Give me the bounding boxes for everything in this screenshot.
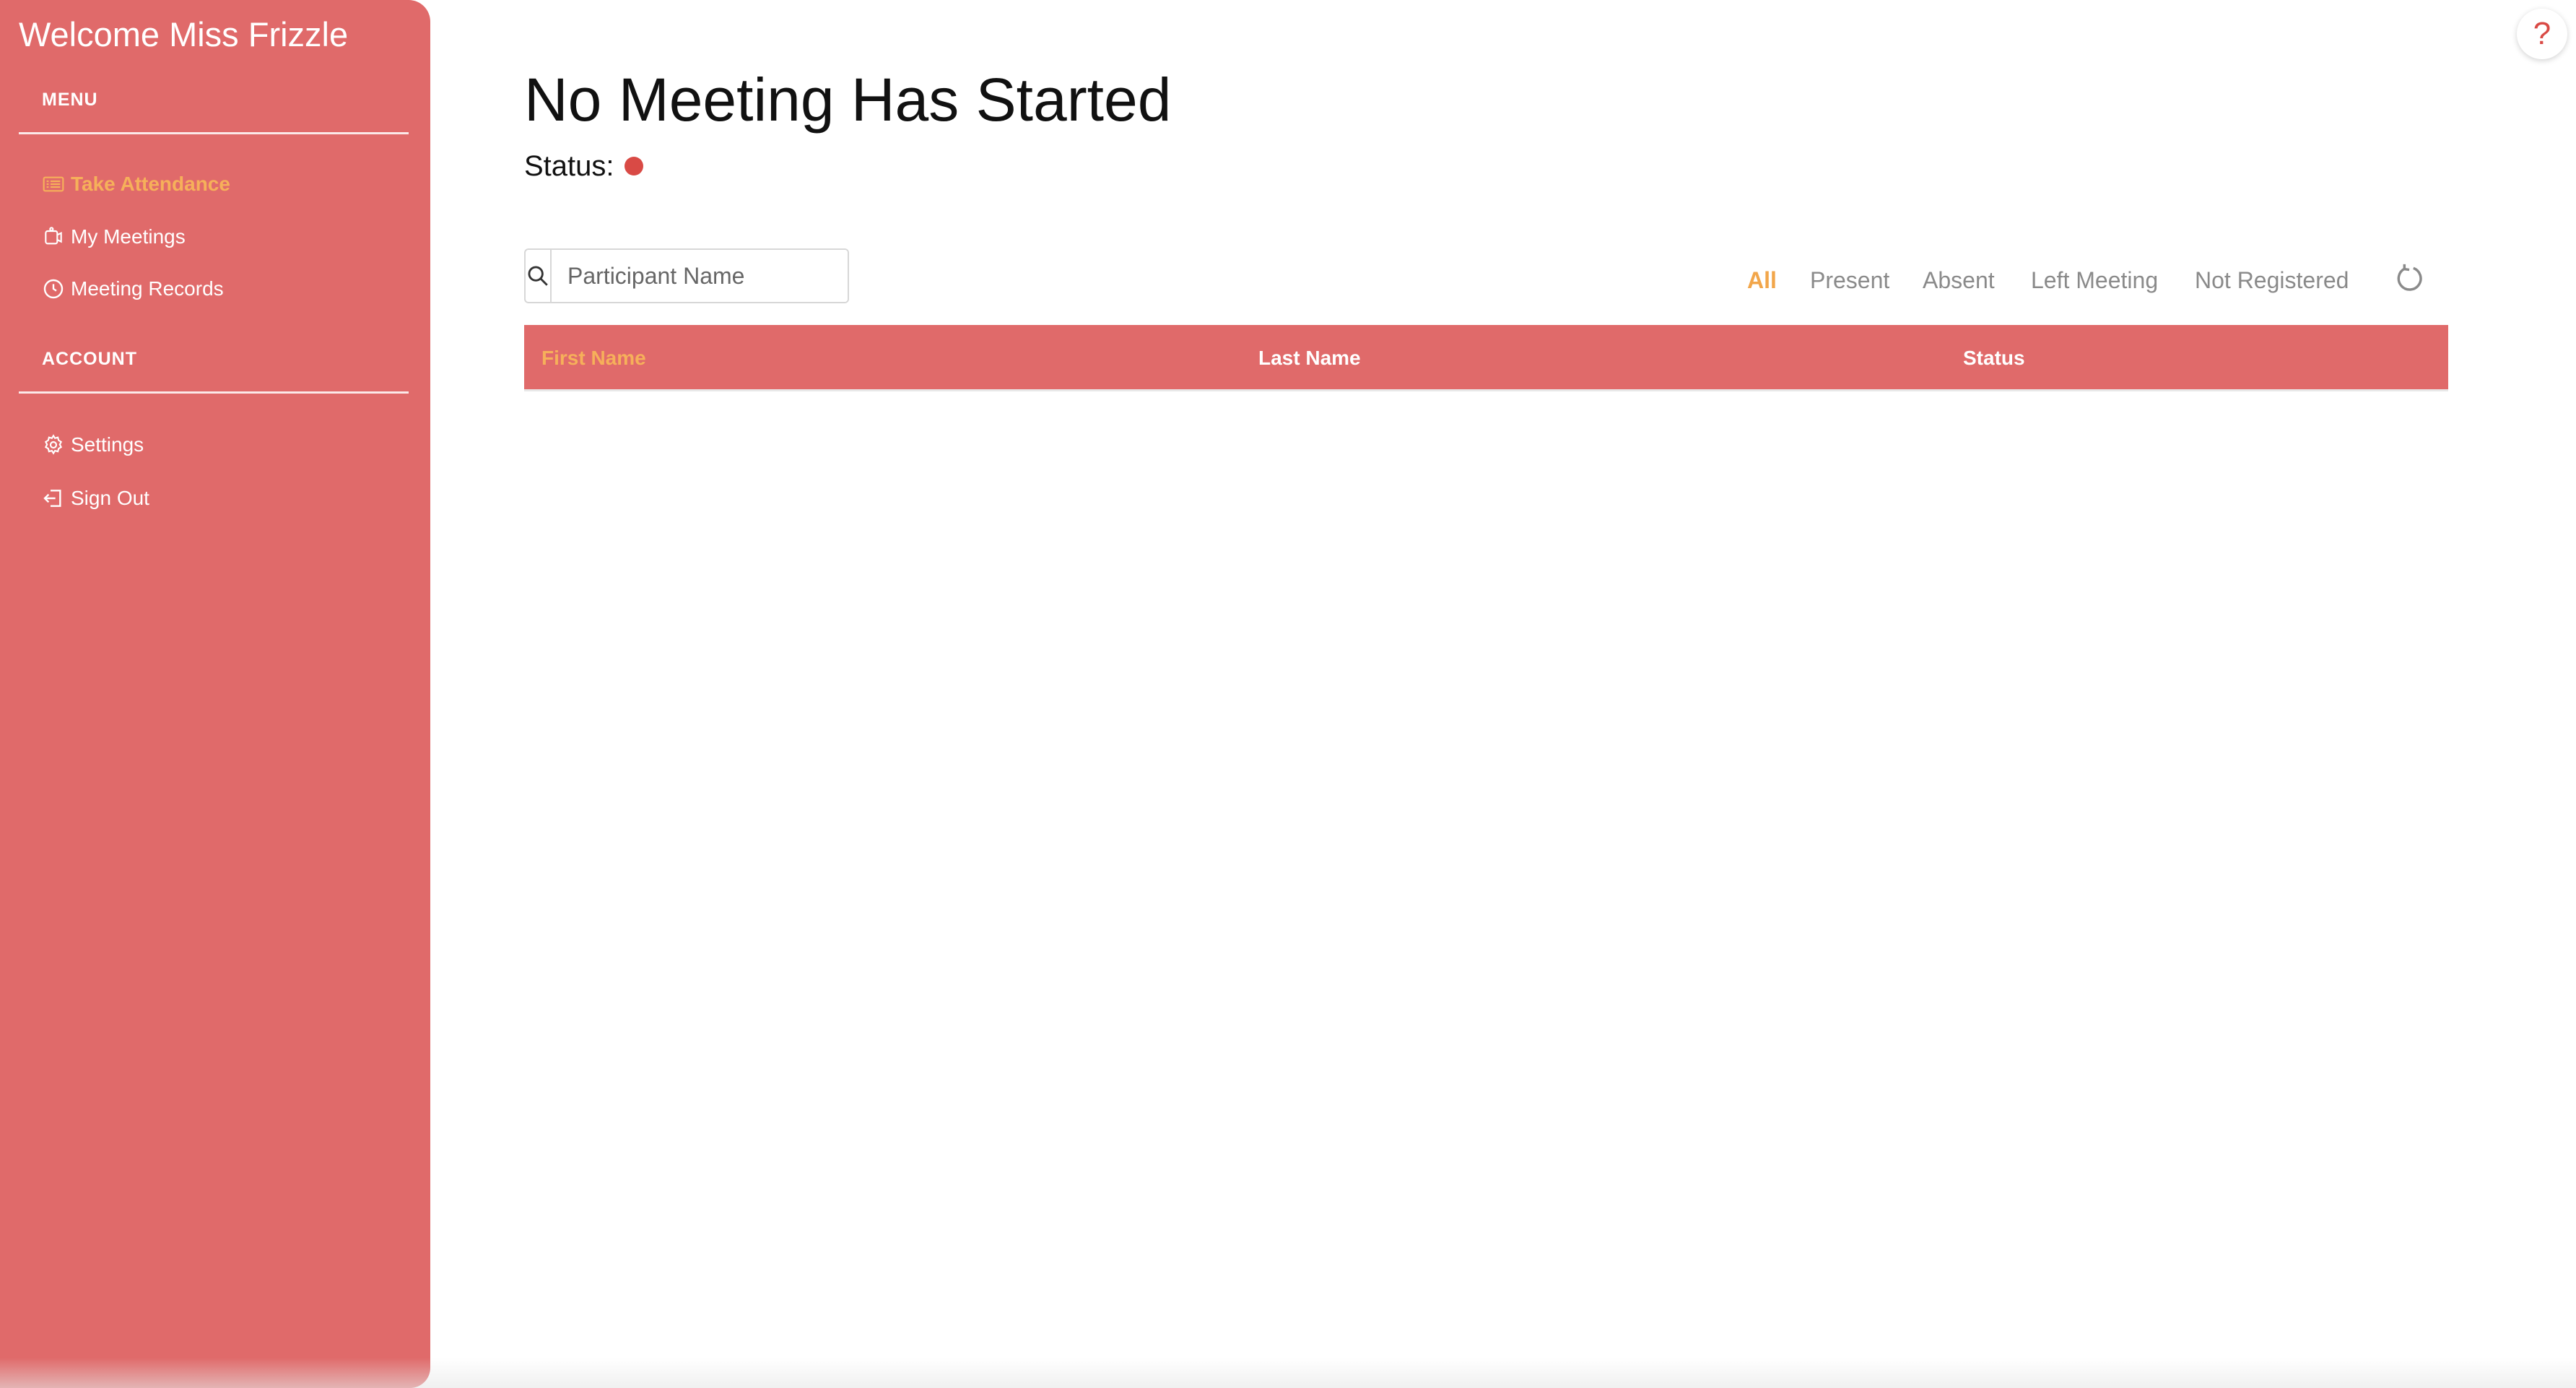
account-section-label: ACCOUNT bbox=[42, 349, 137, 369]
filter-all[interactable]: All bbox=[1747, 264, 1777, 296]
sidebar-item-take-attendance[interactable]: Take Attendance bbox=[40, 168, 230, 201]
search-button[interactable] bbox=[526, 250, 552, 302]
participant-name-input[interactable] bbox=[552, 250, 848, 302]
filter-present[interactable]: Present bbox=[1810, 264, 1889, 296]
help-button[interactable]: ? bbox=[2517, 9, 2567, 59]
sidebar-item-meeting-records[interactable]: Meeting Records bbox=[40, 272, 224, 305]
sidebar-item-label: Take Attendance bbox=[71, 173, 230, 195]
sidebar-item-label: My Meetings bbox=[71, 225, 186, 248]
filter-absent[interactable]: Absent bbox=[1923, 264, 1995, 296]
gear-icon bbox=[40, 432, 66, 458]
search-icon bbox=[528, 266, 548, 286]
sidebar-item-sign-out[interactable]: Sign Out bbox=[40, 482, 149, 515]
account-divider bbox=[19, 391, 409, 394]
sign-out-icon bbox=[40, 485, 66, 511]
menu-section-label: MENU bbox=[42, 90, 98, 110]
menu-divider bbox=[19, 132, 409, 134]
sidebar: Welcome Miss Frizzle MENU Take Attendanc… bbox=[0, 0, 430, 1388]
sidebar-item-label: Settings bbox=[71, 433, 144, 456]
sidebar-item-my-meetings[interactable]: My Meetings bbox=[40, 220, 186, 253]
column-header-last-name[interactable]: Last Name bbox=[1258, 325, 1361, 391]
refresh-button[interactable] bbox=[2391, 260, 2429, 298]
filter-left-meeting[interactable]: Left Meeting bbox=[2031, 264, 2158, 296]
participant-search bbox=[524, 248, 849, 303]
sidebar-item-label: Meeting Records bbox=[71, 277, 224, 300]
meeting-status: Status: bbox=[524, 147, 643, 185]
sidebar-item-label: Sign Out bbox=[71, 487, 149, 509]
status-label: Status: bbox=[524, 150, 614, 182]
attendance-icon bbox=[40, 171, 66, 197]
page-title: No Meeting Has Started bbox=[524, 66, 1172, 134]
status-indicator-dot bbox=[624, 157, 643, 175]
column-header-first-name[interactable]: First Name bbox=[541, 325, 646, 391]
column-header-status[interactable]: Status bbox=[1963, 325, 2025, 391]
participants-table-header: First Name Last Name Status bbox=[524, 325, 2448, 391]
filter-not-registered[interactable]: Not Registered bbox=[2195, 264, 2349, 296]
question-mark-icon: ? bbox=[2533, 16, 2551, 51]
refresh-icon bbox=[2397, 264, 2422, 291]
sidebar-item-settings[interactable]: Settings bbox=[40, 428, 144, 461]
clock-icon bbox=[40, 276, 66, 302]
welcome-title: Welcome Miss Frizzle bbox=[19, 15, 349, 53]
meetings-icon bbox=[40, 224, 66, 250]
bottom-edge-shadow bbox=[0, 1358, 2576, 1388]
